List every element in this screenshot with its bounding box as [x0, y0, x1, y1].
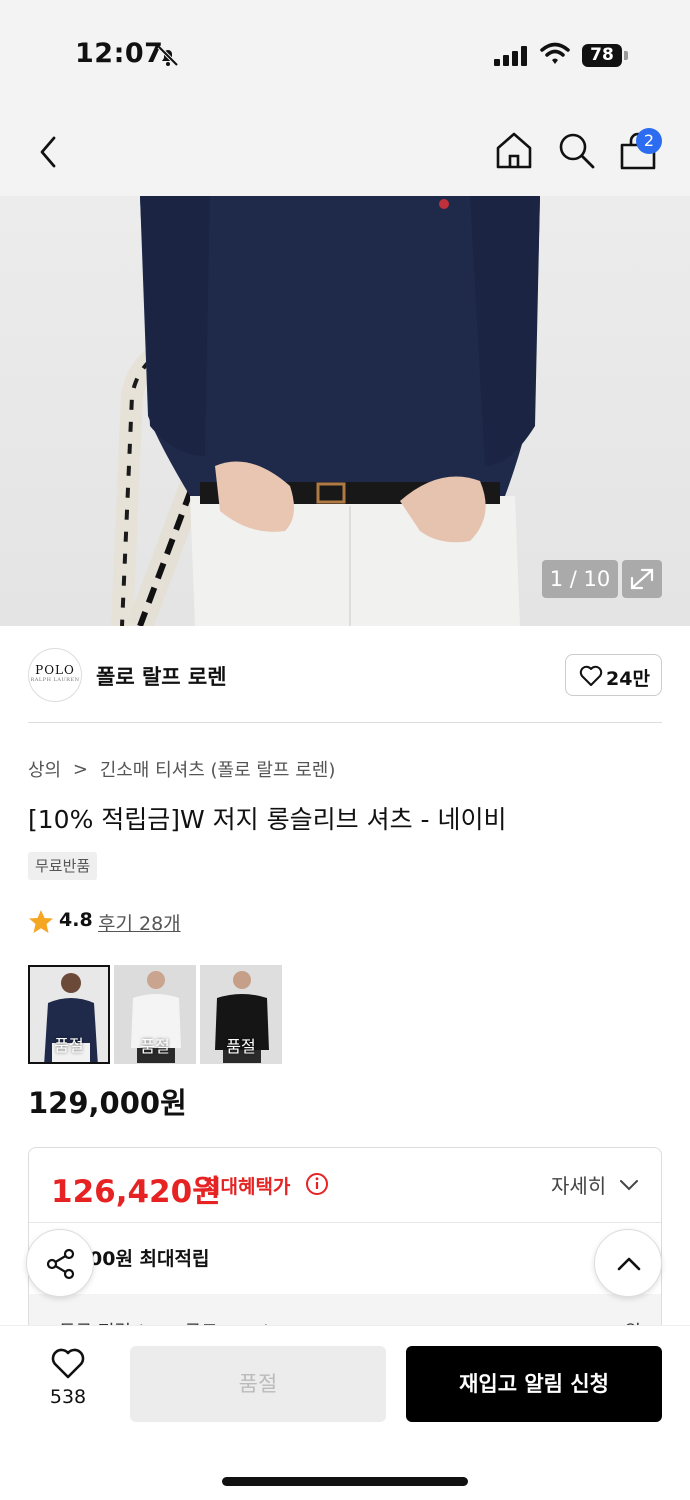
brand-row[interactable]: POLO RALPH LAUREN 폴로 랄프 로렌 24만 [0, 626, 690, 724]
search-icon[interactable] [556, 130, 596, 170]
swatch-white-label: 품절 [140, 1037, 170, 1056]
breadcrumb-separator: > [72, 758, 88, 780]
wishlist-button[interactable]: 538 [28, 1348, 108, 1408]
rating-value: 4.8 [59, 909, 93, 931]
brand-name[interactable]: 폴로 랄프 로렌 [96, 661, 227, 691]
soldout-button[interactable]: 품절 [130, 1346, 386, 1422]
swatch-white[interactable]: 품절 [114, 965, 196, 1064]
heart-icon [579, 665, 603, 686]
product-title: [10% 적립금]W 저지 롱슬리브 셔츠 - 네이비 [28, 805, 507, 834]
swatch-black[interactable]: 품절 [200, 965, 282, 1064]
swatch-navy-label: 품절 [54, 1036, 84, 1055]
original-price: 129,000원 [28, 1086, 187, 1120]
scroll-top-button[interactable] [594, 1229, 662, 1297]
top-nav [0, 110, 690, 196]
chevron-down-icon[interactable] [619, 1178, 639, 1192]
home-icon[interactable] [494, 130, 534, 170]
battery-cap [624, 51, 628, 60]
breadcrumb: 상의 > 긴소매 티셔츠 (폴로 랄프 로렌) [28, 756, 335, 782]
review-link[interactable]: 후기 28개 [98, 909, 181, 936]
max-points: 00원 최대적립 [89, 1248, 210, 1270]
brand-like-button[interactable]: 24만 [565, 654, 662, 696]
status-bar: 12:07 78 [0, 0, 690, 110]
brand-logo: POLO RALPH LAUREN [28, 648, 82, 702]
divider [28, 722, 662, 723]
image-counter: 1 / 10 [542, 560, 618, 598]
wishlist-count: 538 [49, 1386, 87, 1408]
share-icon [46, 1248, 75, 1280]
benefit-detail-link[interactable]: 자세히 [551, 1170, 606, 1199]
battery-indicator: 78 [582, 44, 622, 67]
star-icon [29, 910, 53, 933]
chevron-up-icon [617, 1257, 641, 1271]
info-icon[interactable] [305, 1172, 329, 1196]
brand-like-count: 24만 [606, 668, 650, 690]
home-indicator [222, 1477, 468, 1486]
status-time: 12:07 [75, 38, 164, 69]
bell-slash-icon [157, 45, 179, 67]
benefit-box: 126,420원 최대혜택가 자세히 00원 최대적립 등급 적립 (LV.2 … [28, 1147, 662, 1347]
bottom-action-bar: 538 품절 재입고 알림 신청 [0, 1325, 690, 1500]
share-button[interactable] [26, 1229, 94, 1297]
brand-logo-text: POLO [35, 663, 75, 677]
restock-alert-button[interactable]: 재입고 알림 신청 [406, 1346, 662, 1422]
wifi-icon [540, 42, 570, 64]
expand-icon [630, 568, 654, 590]
free-return-tag: 무료반품 [28, 852, 98, 880]
back-icon[interactable] [34, 132, 64, 172]
swatch-navy[interactable]: 품절 [28, 965, 110, 1064]
swatch-black-label: 품절 [226, 1037, 256, 1056]
expand-image-button[interactable] [622, 560, 662, 598]
max-benefit-label: 최대혜택가 [203, 1176, 291, 1198]
breadcrumb-subcategory[interactable]: 긴소매 티셔츠 (폴로 랄프 로렌) [100, 760, 336, 781]
heart-outline-icon [51, 1348, 85, 1379]
breadcrumb-category[interactable]: 상의 [28, 760, 61, 781]
cart-count-badge: 2 [636, 128, 662, 154]
benefit-divider [29, 1222, 661, 1223]
max-benefit-price: 126,420원 [51, 1174, 221, 1210]
signal-icon [494, 46, 527, 66]
brand-logo-subtext: RALPH LAUREN [30, 677, 80, 683]
